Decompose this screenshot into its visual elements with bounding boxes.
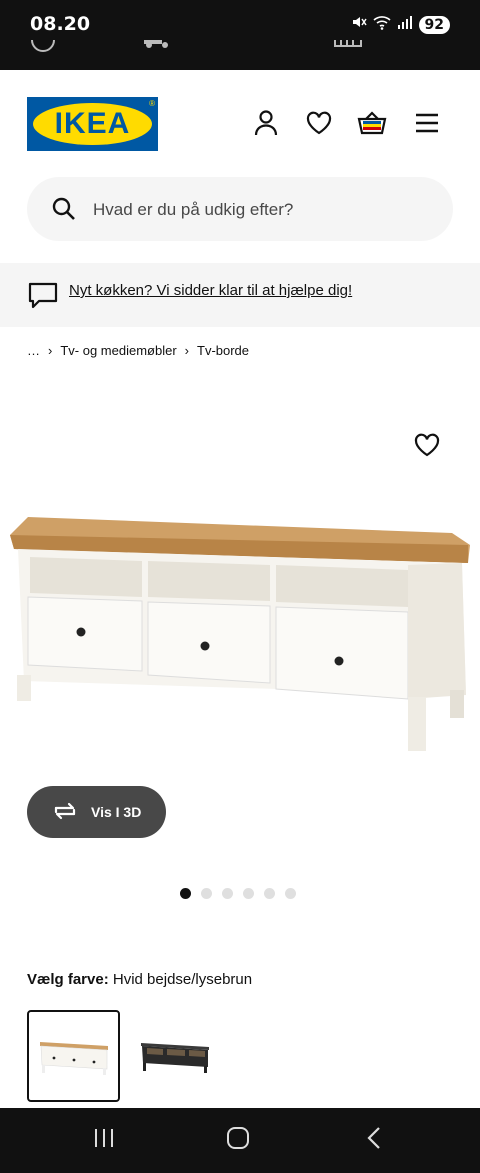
user-icon	[254, 109, 278, 141]
color-swatch-black-brown[interactable]	[130, 1010, 220, 1100]
chat-icon	[28, 282, 58, 315]
chevron-right-icon: ›	[48, 343, 53, 358]
globe-icon	[30, 40, 56, 54]
back-button[interactable]	[354, 1125, 394, 1155]
mute-icon	[351, 14, 367, 35]
promo-banner: Nyt køkken? Vi sidder klar til at hjælpe…	[0, 263, 480, 327]
truck-icon	[143, 40, 173, 54]
android-navigation-bar	[0, 1108, 480, 1173]
breadcrumb-item-tv-media[interactable]: Tv- og mediemøbler	[60, 343, 176, 358]
breadcrumb-ellipsis[interactable]: …	[27, 343, 40, 358]
status-bar: 08.20 92	[0, 0, 480, 70]
account-button[interactable]	[249, 108, 283, 142]
site-header: IKEA ®	[0, 70, 480, 176]
signal-icon	[397, 15, 413, 34]
gallery-dot[interactable]	[180, 888, 191, 899]
product-image[interactable]	[0, 505, 480, 755]
tv-bench-illustration	[10, 517, 470, 751]
gallery-pagination	[180, 888, 296, 899]
wifi-icon	[372, 14, 391, 35]
scrolled-top-bar	[0, 40, 480, 54]
color-label-heading: Vælg farve:	[27, 971, 109, 988]
gallery-dot[interactable]	[243, 888, 254, 899]
product-favourite-button[interactable]	[410, 432, 444, 462]
breadcrumb: … › Tv- og mediemøbler › Tv-borde	[27, 343, 249, 358]
hamburger-icon	[415, 113, 439, 138]
view-3d-button[interactable]: Vis I 3D	[27, 786, 166, 838]
home-button[interactable]	[218, 1125, 258, 1155]
color-swatch-white-stain[interactable]	[27, 1010, 120, 1102]
rotate-3d-icon	[51, 801, 79, 824]
favourites-button[interactable]	[302, 108, 336, 142]
view-3d-label: Vis I 3D	[91, 804, 142, 820]
battery-indicator: 92	[418, 15, 450, 34]
recent-apps-button[interactable]	[84, 1125, 124, 1155]
promo-link[interactable]: Nyt køkken? Vi sidder klar til at hjælpe…	[69, 282, 352, 299]
swatch-image-white	[39, 1042, 108, 1075]
search-bar[interactable]	[27, 177, 453, 243]
gallery-dot[interactable]	[285, 888, 296, 899]
recent-apps-icon	[93, 1128, 115, 1153]
basket-button[interactable]	[355, 108, 389, 142]
swatch-image-black	[141, 1043, 209, 1073]
store-icon	[334, 40, 362, 54]
logo-text: IKEA	[54, 107, 131, 140]
status-icons: 92	[351, 14, 450, 35]
chevron-right-icon: ›	[184, 343, 189, 358]
basket-icon	[357, 110, 387, 141]
gallery-dot[interactable]	[264, 888, 275, 899]
gallery-dot[interactable]	[222, 888, 233, 899]
breadcrumb-item-tv-benches[interactable]: Tv-borde	[197, 343, 249, 358]
status-time: 08.20	[30, 13, 91, 35]
back-icon	[366, 1126, 382, 1155]
gallery-dot[interactable]	[201, 888, 212, 899]
menu-button[interactable]	[410, 108, 444, 142]
color-value: Hvid bejdse/lysebrun	[112, 971, 253, 988]
heart-icon	[414, 433, 440, 462]
color-selection-label: Vælg farve: Hvid bejdse/lysebrun	[27, 971, 252, 988]
search-icon	[51, 196, 77, 227]
registered-mark: ®	[149, 99, 155, 108]
home-icon	[226, 1126, 250, 1155]
search-input[interactable]	[91, 177, 435, 243]
heart-icon	[306, 111, 332, 140]
ikea-logo[interactable]: IKEA ®	[27, 97, 158, 151]
